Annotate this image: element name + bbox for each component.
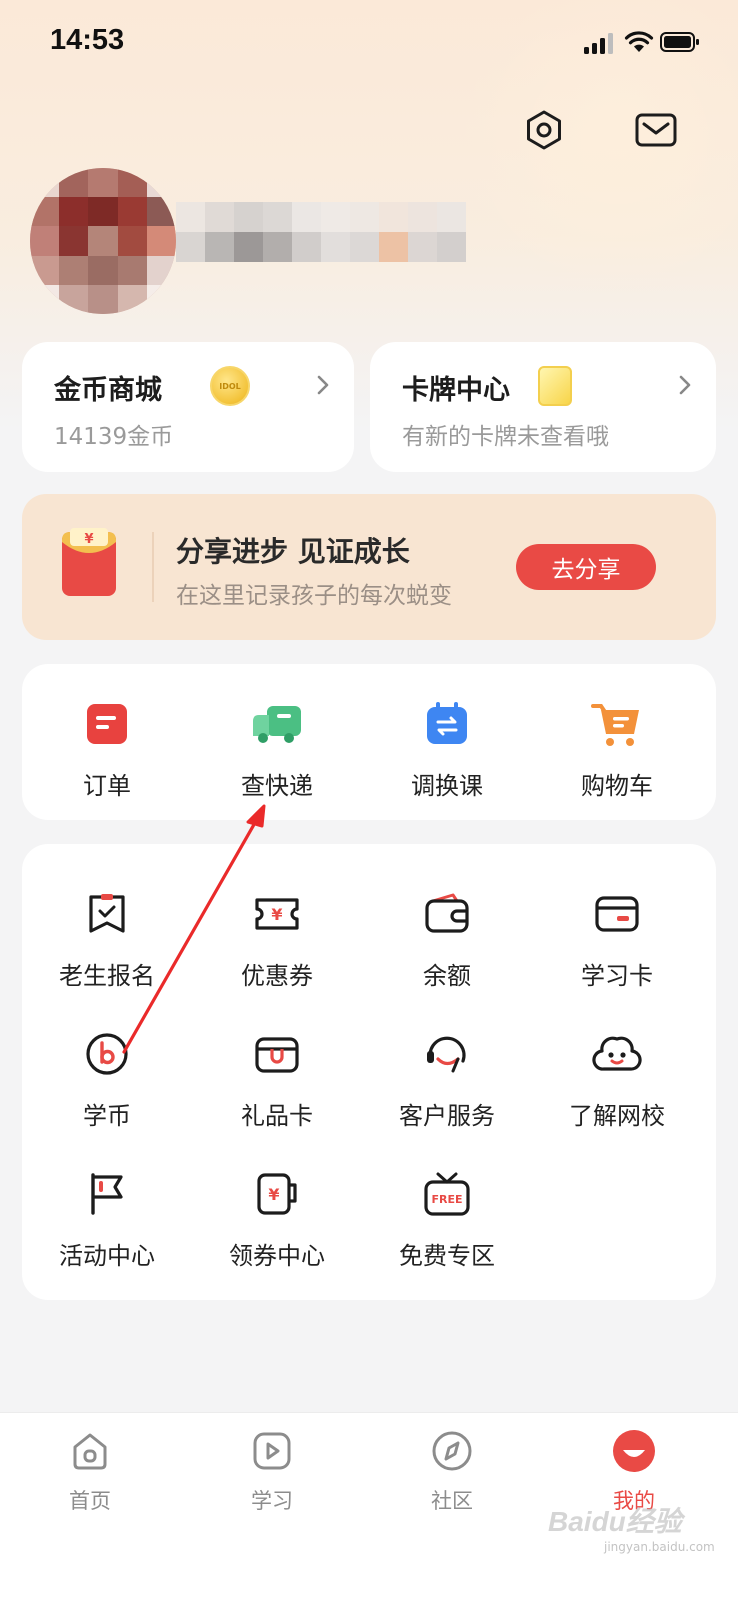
order-label: 订单 [83,772,131,800]
coupon-center-item[interactable]: ¥ 领券中心 [192,1166,362,1271]
study-card-label: 学习卡 [581,962,653,990]
balance-item[interactable]: 余额 [362,886,532,991]
about-school-label: 了解网校 [569,1102,665,1130]
nav-home[interactable]: 首页 [30,1427,150,1515]
avatar[interactable] [30,168,176,314]
settings-icon [527,110,561,150]
wallet-icon [419,886,475,942]
free-tv-icon: FREE [419,1166,475,1222]
divider [152,532,154,602]
shopping-cart-label: 购物车 [581,772,653,800]
chevron-right-icon [317,375,329,395]
svg-text:¥: ¥ [268,1185,279,1204]
wifi-icon [624,31,654,52]
order-icon [79,696,135,752]
enroll-icon [79,886,135,942]
play-icon [248,1427,296,1475]
nav-study[interactable]: 学习 [212,1427,332,1515]
coin-mall-card[interactable]: 金币商城 IDOL 14139金币 [22,342,354,472]
mail-icon [635,113,677,147]
about-school-item[interactable]: 了解网校 [532,1026,702,1131]
activity-center-item[interactable]: 活动中心 [22,1166,192,1271]
enroll-label: 老生报名 [59,962,155,990]
study-coin-item[interactable]: 学币 [22,1026,192,1131]
study-card-item[interactable]: 学习卡 [532,886,702,991]
red-packet-icon: ¥ [62,528,116,596]
card-icon [538,366,572,406]
activity-flag-icon [79,1166,135,1222]
track-delivery-label: 查快递 [241,772,313,800]
watermark: Baidu经验 [548,1506,682,1537]
card-center-card[interactable]: 卡牌中心 有新的卡牌未查看哦 [370,342,716,472]
swap-class-item[interactable]: 调换课 [362,696,532,801]
gift-card-item[interactable]: 礼品卡 [192,1026,362,1131]
share-banner[interactable]: ¥ 分享进步 见证成长 在这里记录孩子的每次蜕变 去分享 [22,494,716,640]
profile-icon [610,1427,658,1475]
study-coin-label: 学币 [83,1102,131,1130]
quick-actions-panel: 订单 查快递 调换课 购物车 [22,664,716,820]
shopping-cart-item[interactable]: 购物车 [532,696,702,801]
services-panel: 老生报名 ¥ 优惠券 余额 学习卡 学币 礼品卡 客户服务 了解网校 活动中心 … [22,844,716,1300]
gift-card-icon [249,1026,305,1082]
swap-class-label: 调换课 [411,772,483,800]
order-item[interactable]: 订单 [22,696,192,801]
coupon-center-label: 领券中心 [229,1242,325,1270]
card-center-title: 卡牌中心 [402,375,510,406]
share-button[interactable]: 去分享 [516,544,656,590]
track-delivery-item[interactable]: 查快递 [192,696,362,801]
status-time: 14:53 [50,24,125,56]
gift-card-label: 礼品卡 [241,1102,313,1130]
about-school-icon [589,1026,645,1082]
mail-button[interactable] [632,106,680,154]
share-subtitle: 在这里记录孩子的每次蜕变 [176,583,452,609]
svg-text:¥: ¥ [84,532,93,547]
enroll-item[interactable]: 老生报名 [22,886,192,991]
nav-community[interactable]: 社区 [392,1427,512,1515]
nav-community-label: 社区 [431,1489,473,1513]
share-title: 分享进步 见证成长 [176,535,410,568]
home-icon [66,1427,114,1475]
status-bar: 14:53 [0,0,738,90]
study-card-icon [589,886,645,942]
coupon-label: 优惠券 [241,962,313,990]
customer-service-label: 客户服务 [399,1102,495,1130]
watermark-url: jingyan.baidu.com [604,1540,715,1554]
cellular-signal-icon [584,33,613,54]
free-zone-item[interactable]: FREE 免费专区 [362,1166,532,1271]
coupon-center-icon: ¥ [249,1166,305,1222]
free-zone-label: 免费专区 [399,1242,495,1270]
nav-home-label: 首页 [69,1489,111,1513]
coin-balance: 14139金币 [54,424,174,450]
coupon-icon: ¥ [249,886,305,942]
username-blurred [176,202,466,262]
settings-button[interactable] [520,106,568,154]
calendar-swap-icon [419,696,475,752]
svg-text:¥: ¥ [271,905,282,924]
compass-icon [428,1427,476,1475]
shopping-cart-icon [589,696,645,752]
activity-center-label: 活动中心 [59,1242,155,1270]
free-badge-text: FREE [431,1193,462,1206]
customer-service-item[interactable]: 客户服务 [362,1026,532,1131]
battery-icon [660,32,699,52]
coin-mall-title: 金币商城 [54,375,162,406]
chevron-right-icon [679,375,691,395]
balance-label: 余额 [423,962,471,990]
delivery-truck-icon [249,696,305,752]
study-coin-icon [79,1026,135,1082]
coupon-item[interactable]: ¥ 优惠券 [192,886,362,991]
gold-coin-icon: IDOL [210,366,250,406]
nav-study-label: 学习 [251,1489,293,1513]
card-center-subtitle: 有新的卡牌未查看哦 [402,424,609,450]
customer-service-icon [419,1026,475,1082]
